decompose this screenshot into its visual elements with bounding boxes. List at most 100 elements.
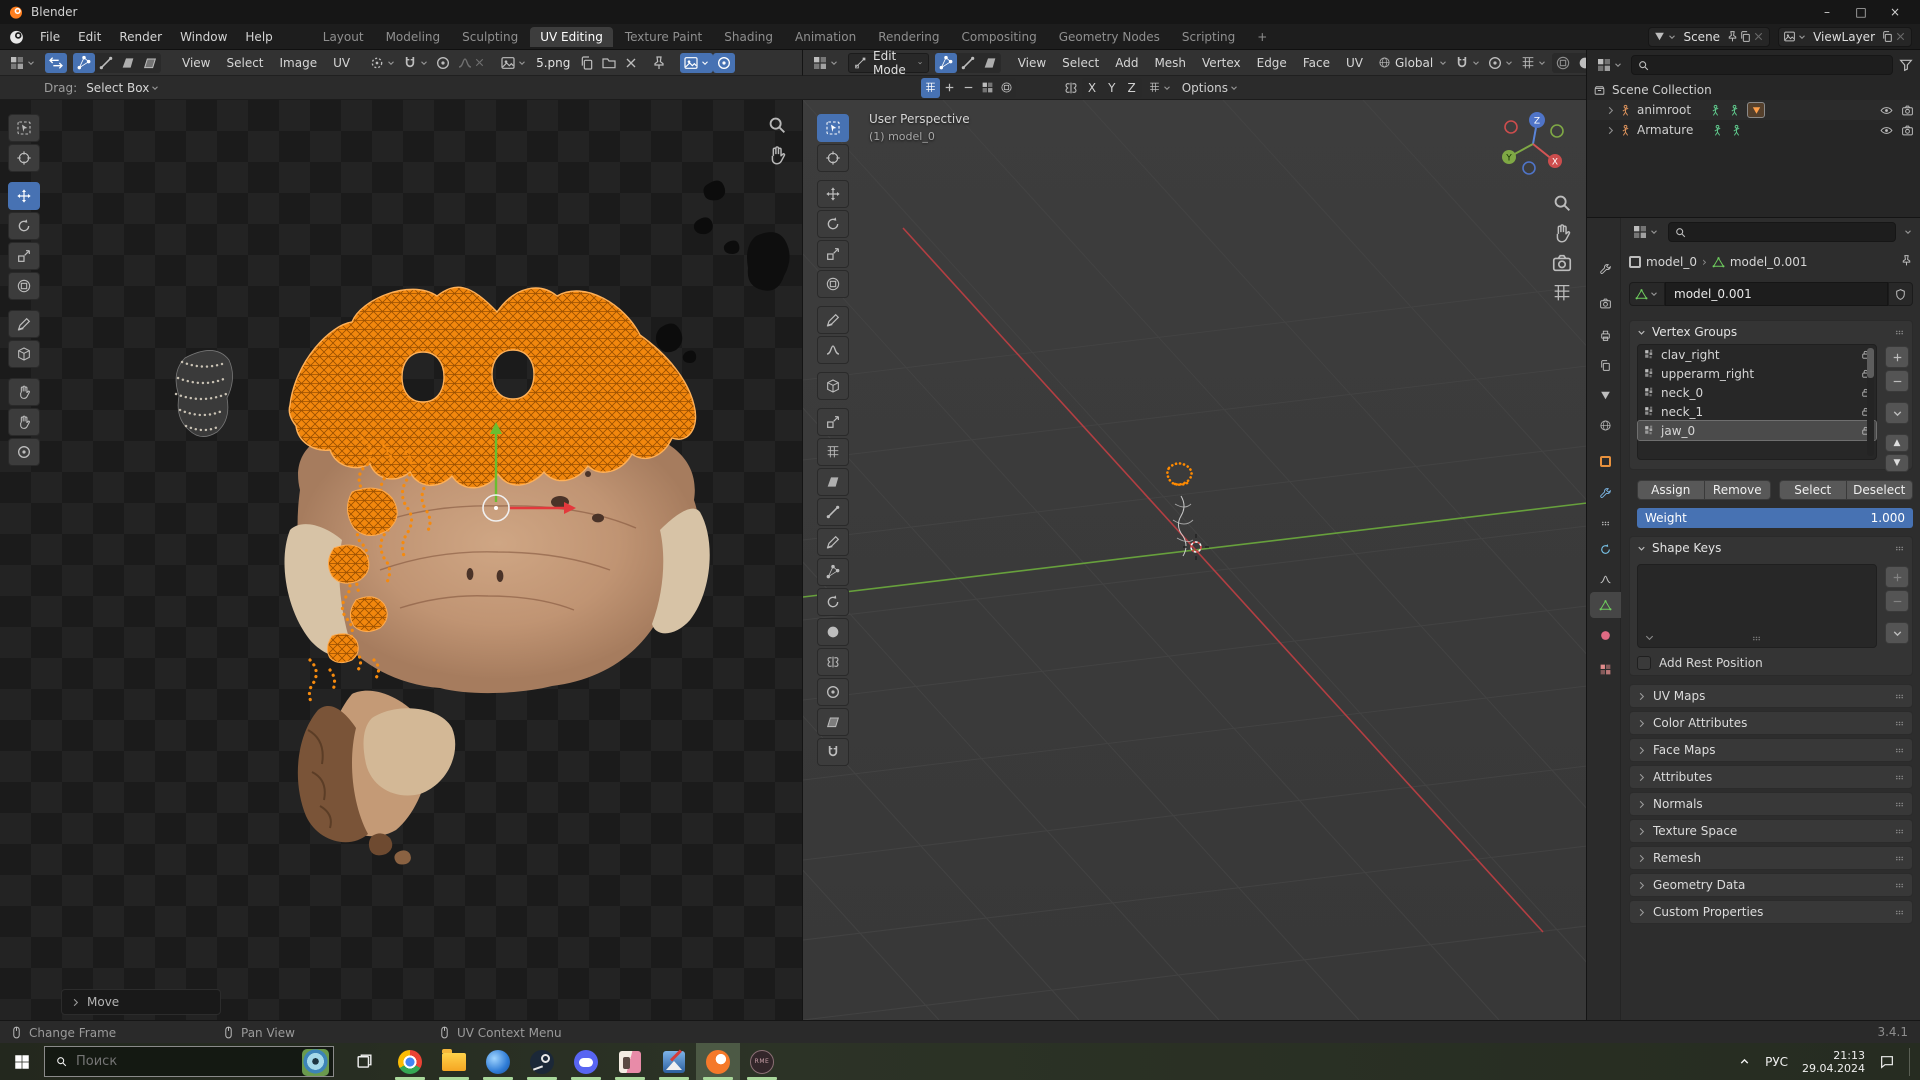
remove-shape-key-button[interactable] [1885, 590, 1909, 612]
vertex-group-row[interactable]: neck_1 [1638, 402, 1876, 421]
tab-particles[interactable] [1590, 510, 1621, 536]
tab-tool[interactable] [1590, 256, 1621, 282]
transform-orientation-dropdown[interactable]: Global [1375, 53, 1451, 73]
tool-tweak-select-box[interactable] [8, 114, 40, 142]
render-visibility-icon[interactable] [1901, 124, 1914, 137]
hide-eye-icon[interactable] [1880, 124, 1893, 137]
taskbar-app-chrome[interactable] [388, 1043, 432, 1080]
tab-scene[interactable] [1590, 382, 1621, 408]
tool-knife[interactable] [817, 528, 849, 556]
workspace-tab-geometry-nodes[interactable]: Geometry Nodes [1049, 27, 1170, 47]
tool-shear[interactable] [817, 708, 849, 736]
mesh-select-mode-face[interactable] [979, 53, 1001, 73]
tool-smooth[interactable] [817, 618, 849, 646]
expand-icon[interactable] [1605, 105, 1616, 116]
notification-icon[interactable] [1879, 1054, 1895, 1070]
tool-grab[interactable] [8, 378, 40, 406]
viewport-canvas[interactable]: User Perspective (1) model_0 Z Y [802, 100, 1586, 1020]
add-shape-key-button[interactable] [1885, 566, 1909, 588]
vertex-group-row[interactable]: neck_0 [1638, 383, 1876, 402]
tool-annotate[interactable] [8, 310, 40, 338]
list-scrollbar[interactable] [1867, 348, 1874, 456]
remove-viewlayer-icon[interactable] [1894, 30, 1907, 43]
vertex-group-specials-dropdown[interactable] [1885, 402, 1909, 424]
shape-keys-header[interactable]: Shape Keys [1630, 537, 1912, 559]
tool-options-dropdown[interactable]: Options [1179, 78, 1242, 98]
vertex-menu[interactable]: Vertex [1194, 56, 1249, 70]
search-highlight-thumbnail[interactable] [302, 1049, 329, 1076]
close-button[interactable]: × [1878, 0, 1912, 24]
editor-type-dropdown[interactable] [809, 53, 842, 73]
shape-key-specials-dropdown[interactable] [1885, 622, 1909, 644]
language-indicator[interactable]: РУС [1765, 1055, 1788, 1069]
tab-view-layer[interactable] [1590, 352, 1621, 378]
tool-pinch[interactable] [8, 438, 40, 466]
tool-extrude-region[interactable] [817, 408, 849, 436]
grip-icon[interactable] [1750, 632, 1763, 645]
zoom-icon[interactable] [766, 114, 788, 136]
uv-select-mode-edge[interactable] [95, 53, 117, 73]
tool-transform[interactable] [817, 270, 849, 298]
select-mode-extend[interactable] [940, 78, 959, 98]
assign-button[interactable]: Assign [1637, 480, 1705, 500]
tool-cursor[interactable] [817, 144, 849, 172]
view-menu[interactable]: View [1010, 56, 1054, 70]
tool-scale[interactable] [817, 240, 849, 268]
panel-attributes[interactable]: Attributes [1629, 765, 1913, 789]
render-visibility-icon[interactable] [1901, 104, 1914, 117]
select-mode-intersect[interactable] [997, 78, 1016, 98]
workspace-tab-uv-editing[interactable]: UV Editing [530, 27, 613, 47]
tab-object[interactable] [1590, 448, 1621, 474]
snapping-dropdown[interactable] [399, 53, 432, 73]
show-gizmo-dropdown[interactable] [1517, 53, 1550, 73]
tool-move[interactable] [8, 182, 40, 210]
tool-rotate[interactable] [8, 212, 40, 240]
taskbar-app-blue[interactable] [476, 1043, 520, 1080]
workspace-tab-animation[interactable]: Animation [785, 27, 866, 47]
taskbar-app-explorer[interactable] [432, 1043, 476, 1080]
blender-menu-icon[interactable] [8, 28, 25, 45]
proportional-falloff-dropdown[interactable] [454, 53, 489, 73]
proportional-editing-dropdown[interactable] [1484, 53, 1517, 73]
grip-icon[interactable] [1893, 326, 1906, 339]
move-group-up-button[interactable]: ▲ [1885, 434, 1909, 452]
menu-render[interactable]: Render [110, 30, 171, 44]
workspace-tab-modeling[interactable]: Modeling [376, 27, 451, 47]
mesh-select-mode-vertex[interactable] [935, 53, 957, 73]
menu-window[interactable]: Window [171, 30, 236, 44]
expand-icon[interactable] [1605, 125, 1616, 136]
snapping-dropdown[interactable] [1451, 53, 1484, 73]
tool-inset-faces[interactable] [817, 438, 849, 466]
tab-material[interactable] [1590, 622, 1621, 648]
tab-render[interactable] [1590, 290, 1621, 316]
new-scene-icon[interactable] [1739, 30, 1752, 43]
tool-relax[interactable] [8, 408, 40, 436]
tab-object-data[interactable] [1590, 592, 1621, 618]
deselect-button[interactable]: Deselect [1847, 480, 1914, 500]
tool-poly-build[interactable] [817, 558, 849, 586]
pin-icon[interactable] [1726, 30, 1739, 43]
camera-view-icon[interactable] [1551, 252, 1573, 274]
tab-output[interactable] [1590, 322, 1621, 348]
menu-file[interactable]: File [31, 30, 69, 44]
mirror-z-toggle[interactable]: Z [1121, 78, 1141, 98]
outliner-row-armature[interactable]: Armature [1587, 120, 1920, 140]
vertex-group-row[interactable]: upperarm_right [1638, 364, 1876, 383]
taskbar-search-input[interactable] [76, 1054, 276, 1069]
select-mode-invert[interactable] [978, 78, 997, 98]
viewlayer-selector[interactable]: ViewLayer [1778, 27, 1912, 47]
taskbar-app-steam[interactable] [520, 1043, 564, 1080]
add-workspace-button[interactable]: + [1247, 27, 1277, 47]
uv-overlay-toggle[interactable] [713, 53, 735, 73]
select-menu[interactable]: Select [1054, 56, 1107, 70]
remove-vertex-group-button[interactable] [1885, 370, 1909, 392]
tool-transform[interactable] [8, 272, 40, 300]
pan-hand-icon[interactable] [1551, 222, 1573, 244]
taskbar-search-box[interactable] [44, 1046, 334, 1077]
uv-menu-image[interactable]: Image [272, 56, 326, 70]
editor-type-dropdown[interactable] [6, 53, 39, 73]
tool-bevel[interactable] [817, 468, 849, 496]
show-desktop-divider[interactable] [1909, 1048, 1910, 1076]
tool-rotate[interactable] [817, 210, 849, 238]
snap-base-dropdown[interactable] [1145, 78, 1175, 98]
